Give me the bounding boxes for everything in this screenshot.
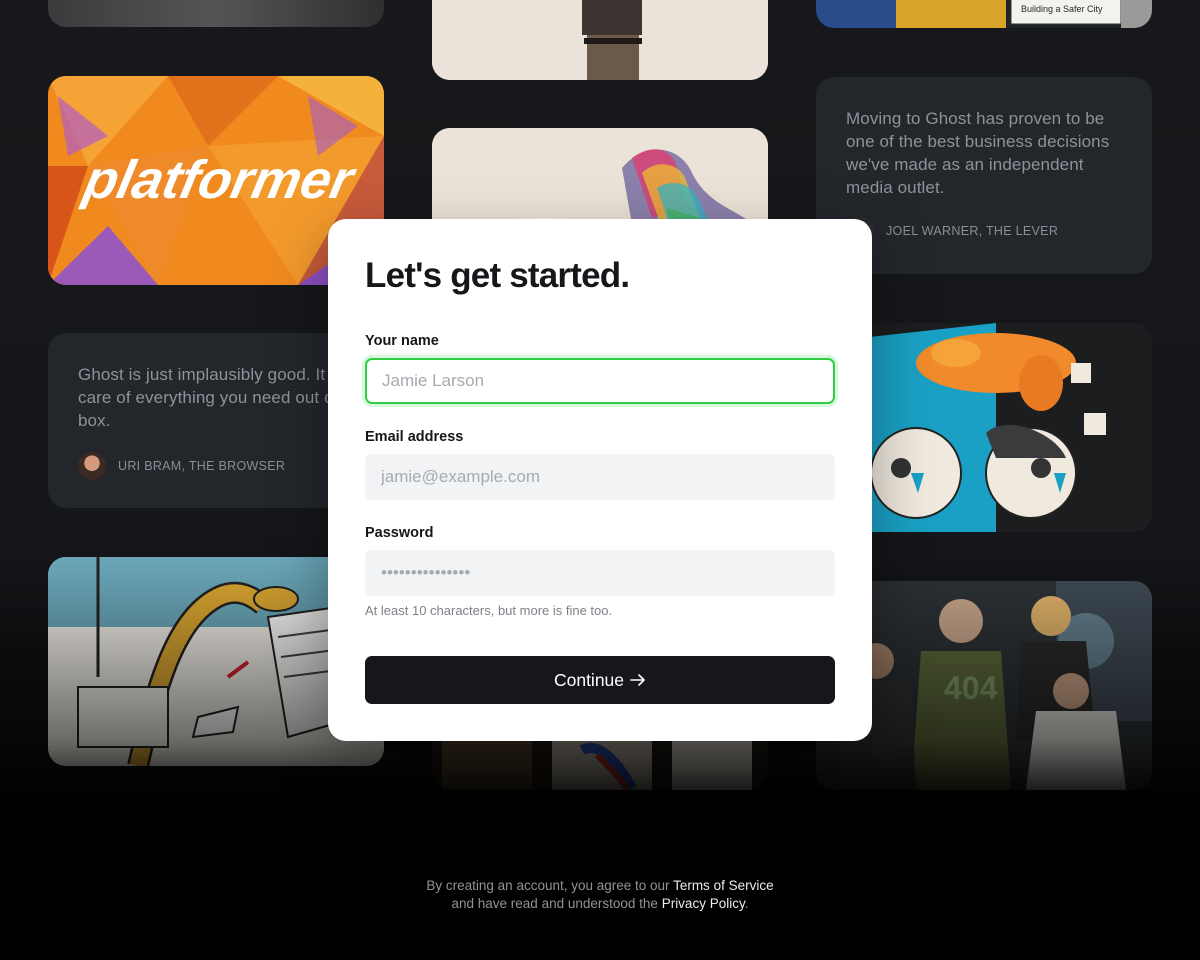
arrow-right-icon xyxy=(630,674,645,686)
privacy-policy-link[interactable]: Privacy Policy xyxy=(662,896,745,911)
protest-sign-subtext: Building a Safer City xyxy=(1021,4,1103,14)
portrait-photo xyxy=(432,0,768,80)
avatar xyxy=(78,452,106,480)
name-field-group: Your name xyxy=(365,333,835,404)
email-input[interactable] xyxy=(365,454,835,500)
password-input[interactable] xyxy=(365,550,835,596)
legal-line-2: and have read and understood the Privacy… xyxy=(0,895,1200,913)
protest-sign-text: VISION xyxy=(1021,0,1058,1)
email-label: Email address xyxy=(365,429,464,445)
testimonial-author-name: JOEL WARNER, THE LEVER xyxy=(886,224,1059,238)
testimonial-author-name: URI BRAM, THE BROWSER xyxy=(118,459,286,473)
platformer-logo-text: platformer xyxy=(77,150,362,210)
password-label: Password xyxy=(365,525,434,541)
page-title: Let's get started. xyxy=(365,256,630,295)
continue-button[interactable]: Continue xyxy=(365,656,835,704)
testimonial-author: JOEL WARNER, THE LEVER xyxy=(846,217,1122,245)
testimonial-text: Moving to Ghost has proven to be one of … xyxy=(846,109,1110,197)
legal-line-1: By creating an account, you agree to our… xyxy=(0,877,1200,895)
terms-of-service-link[interactable]: Terms of Service xyxy=(673,878,774,893)
legal-suffix: . xyxy=(744,896,749,911)
name-label: Your name xyxy=(365,333,439,349)
showcase-tile-protest: VISION Building a Safer City xyxy=(816,0,1152,28)
testimonial-author: URI BRAM, THE BROWSER xyxy=(78,452,354,480)
password-hint: At least 10 characters, but more is fine… xyxy=(365,603,613,618)
legal-middle: and have read and understood the xyxy=(451,896,658,911)
email-field-group: Email address xyxy=(365,429,835,500)
legal-footer: By creating an account, you agree to our… xyxy=(0,877,1200,913)
name-input[interactable] xyxy=(365,358,835,404)
showcase-tile-top-left xyxy=(48,0,384,27)
signup-modal: Let's get started. Your name Email addre… xyxy=(328,219,872,741)
legal-prefix: By creating an account, you agree to our xyxy=(426,878,670,893)
password-field-group: Password At least 10 characters, but mor… xyxy=(365,525,835,618)
showcase-tile-portrait xyxy=(432,0,768,80)
protest-photo: VISION Building a Safer City xyxy=(816,0,1152,28)
badge-404-text: 404 xyxy=(944,670,998,706)
continue-button-label: Continue xyxy=(553,669,625,690)
